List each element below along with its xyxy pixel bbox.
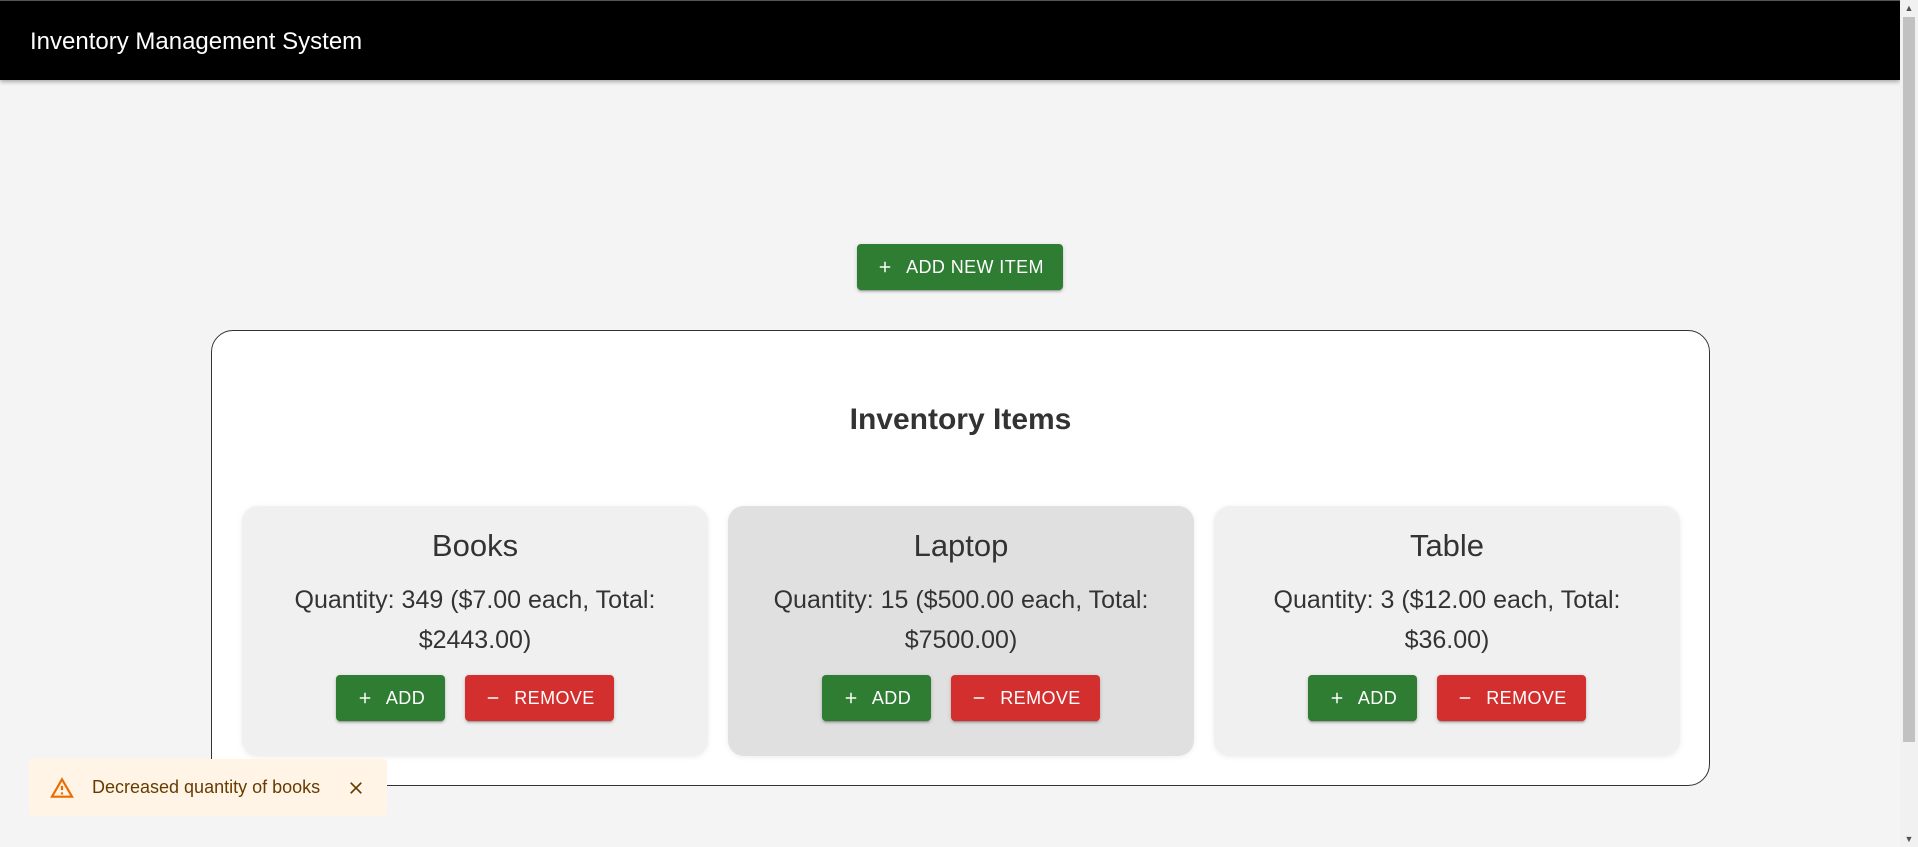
plus-icon <box>842 689 860 707</box>
remove-label: REMOVE <box>514 687 595 708</box>
snackbar-alert: Decreased quantity of books <box>29 759 387 816</box>
plus-icon <box>1328 689 1346 707</box>
add-new-item-button[interactable]: ADD NEW ITEM <box>857 244 1063 290</box>
item-name: Books <box>431 528 519 563</box>
panel-title: Inventory Items <box>849 403 1072 436</box>
plus-icon <box>876 258 894 276</box>
app-title: Inventory Management System <box>30 28 363 55</box>
item-card-table: Table Quantity: 3 ($12.00 each, Total: $… <box>1214 506 1680 756</box>
scroll-up-arrow-icon[interactable]: ▲ <box>1900 0 1918 16</box>
scrollbar-thumb[interactable] <box>1903 17 1915 742</box>
add-label: ADD <box>871 687 912 708</box>
remove-books-button[interactable]: REMOVE <box>465 675 614 721</box>
plus-icon <box>356 689 374 707</box>
remove-table-button[interactable]: REMOVE <box>1437 675 1586 721</box>
item-detail: Quantity: 3 ($12.00 each, Total: $36.00) <box>1273 586 1621 654</box>
item-name: Laptop <box>913 528 1009 563</box>
item-detail: Quantity: 15 ($500.00 each, Total: $7500… <box>773 586 1149 654</box>
app-bar: Inventory Management System <box>0 0 1900 80</box>
add-new-item-label: ADD NEW ITEM <box>906 256 1044 277</box>
item-detail: Quantity: 349 ($7.00 each, Total: $2443.… <box>294 586 656 654</box>
snackbar-message: Decreased quantity of books <box>92 777 321 797</box>
add-label: ADD <box>385 687 426 708</box>
add-laptop-button[interactable]: ADD <box>822 675 931 721</box>
inventory-panel: Inventory Items Books Quantity: 349 ($7.… <box>211 330 1710 786</box>
close-icon[interactable] <box>346 778 366 798</box>
remove-label: REMOVE <box>1486 687 1567 708</box>
warning-icon <box>49 775 75 801</box>
remove-laptop-button[interactable]: REMOVE <box>951 675 1100 721</box>
vertical-scrollbar[interactable]: ▲ ▼ <box>1900 0 1918 847</box>
minus-icon <box>484 689 502 707</box>
remove-label: REMOVE <box>1000 687 1081 708</box>
scroll-down-arrow-icon[interactable]: ▼ <box>1900 831 1918 847</box>
item-name: Table <box>1409 528 1485 563</box>
add-table-button[interactable]: ADD <box>1308 675 1417 721</box>
add-books-button[interactable]: ADD <box>336 675 445 721</box>
item-card-laptop: Laptop Quantity: 15 ($500.00 each, Total… <box>728 506 1194 756</box>
minus-icon <box>1456 689 1474 707</box>
add-label: ADD <box>1357 687 1398 708</box>
item-card-books: Books Quantity: 349 ($7.00 each, Total: … <box>242 506 708 756</box>
minus-icon <box>970 689 988 707</box>
